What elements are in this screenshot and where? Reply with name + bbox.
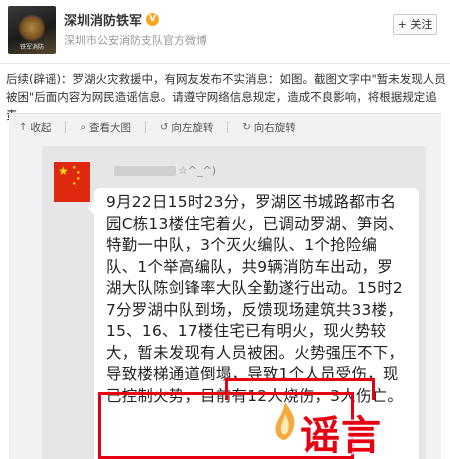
rumor-stamp: 谣言 xyxy=(300,412,382,459)
collapse-button[interactable]: ↑ 收起 xyxy=(19,120,51,135)
rotate-left-button[interactable]: ↺ 向左旋转 xyxy=(160,120,213,135)
header-divider xyxy=(0,63,450,64)
zoom-icon: ⌕ xyxy=(80,121,86,133)
sender-suffix: ☆^_^) xyxy=(178,164,217,177)
avatar-emblem xyxy=(18,14,46,42)
image-toolbar: ↑ 收起 ⌕ 查看大图 ↺ 向左旋转 ↻ 向右旋转 xyxy=(9,114,441,140)
rotate-right-label: 向右旋转 xyxy=(253,121,296,134)
flag-star-icon: ★ xyxy=(76,176,81,182)
toolbar-divider xyxy=(65,121,67,133)
rotate-right-icon: ↻ xyxy=(242,121,251,133)
account-subtitle: 深圳市公安消防支队官方微博 xyxy=(64,34,207,47)
collapse-icon: ↑ xyxy=(19,121,28,133)
rotate-left-icon: ↺ xyxy=(160,121,169,133)
post-header: 铁军消防 深圳消防铁军 V 深圳市公安消防支队官方微博 + 关注 xyxy=(0,0,450,62)
sender-name: ☆^_^) xyxy=(114,164,216,177)
rotate-right-button[interactable]: ↻ 向右旋转 xyxy=(242,120,295,135)
collapse-label: 收起 xyxy=(30,121,52,134)
toolbar-divider xyxy=(227,121,229,133)
view-large-label: 查看大图 xyxy=(89,121,131,134)
blurred-name xyxy=(114,166,176,176)
account-name[interactable]: 深圳消防铁军 xyxy=(64,10,142,29)
message-text: 9月22日15时23分，罗湖区书城路都市名园C栋13楼住宅着火，已调动罗湖、笋岗… xyxy=(106,193,405,405)
flame-icon xyxy=(275,402,295,440)
rotate-left-label: 向左旋转 xyxy=(171,121,214,134)
view-large-button[interactable]: ⌕ 查看大图 xyxy=(80,120,131,135)
verified-icon: V xyxy=(146,13,160,26)
flag-avatar: ★ ★ ★ ★ ★ xyxy=(54,162,90,202)
avatar-text: 铁军消防 xyxy=(19,44,44,51)
flag-star-icon: ★ xyxy=(72,181,77,187)
avatar[interactable]: 铁军消防 xyxy=(8,6,56,54)
flag-star-icon: ★ xyxy=(58,164,69,178)
toolbar-divider xyxy=(145,121,146,133)
follow-button[interactable]: + 关注 xyxy=(393,14,437,35)
account-name-row: 深圳消防铁军 V xyxy=(64,10,160,29)
